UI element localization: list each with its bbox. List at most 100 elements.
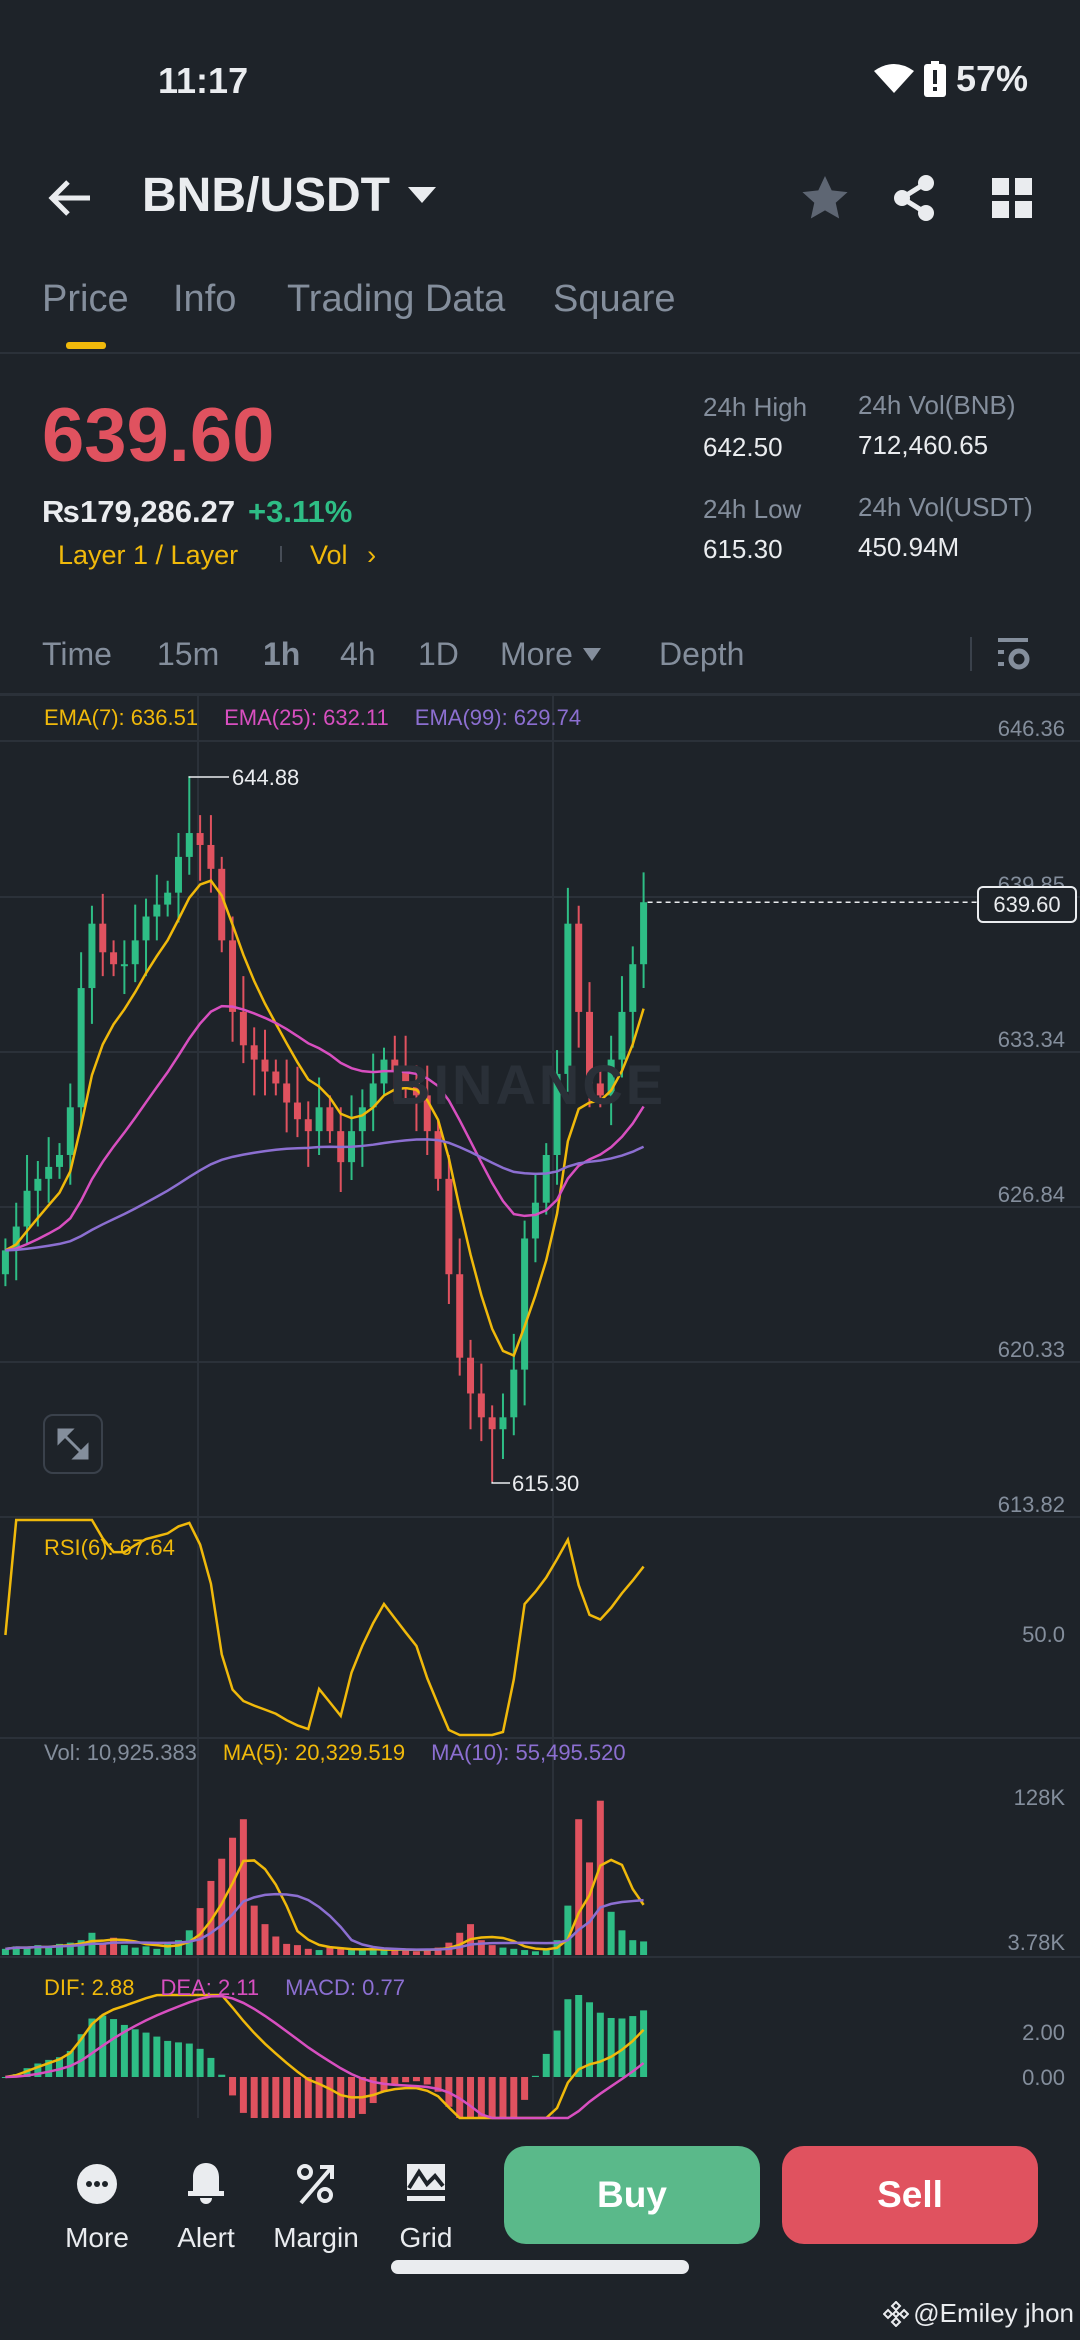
candle-body — [283, 1083, 291, 1103]
candle-body — [261, 1059, 269, 1072]
candle-body — [304, 1119, 312, 1132]
candle-body — [174, 856, 182, 893]
grid-button[interactable]: Grid — [371, 2160, 481, 2254]
volume-bar — [531, 1951, 539, 1955]
macd-histogram-bar — [337, 2077, 345, 2118]
more-label: More — [65, 2222, 129, 2253]
price-axis-label: 613.82 — [997, 1492, 1065, 1517]
credit-watermark: @Emiley jhon — [883, 2298, 1074, 2329]
candle-body — [488, 1417, 496, 1430]
macd-histogram-bar — [402, 2077, 410, 2083]
candle-body — [326, 1107, 334, 1132]
margin-percent-icon — [297, 2164, 334, 2205]
candle-body — [207, 844, 215, 869]
candle-body — [45, 1166, 53, 1179]
volume-bar — [315, 1950, 323, 1955]
candle-body — [239, 1011, 247, 1046]
volume-bar — [586, 1862, 594, 1955]
macd-histogram-bar — [261, 2077, 269, 2118]
macd-histogram-bar — [207, 2057, 215, 2077]
candle-body — [315, 1107, 323, 1132]
macd-histogram-bar — [499, 2077, 507, 2118]
macd-histogram-bar — [467, 2077, 475, 2118]
candle-body — [185, 833, 193, 857]
macd-histogram-bar — [607, 2017, 615, 2077]
more-button[interactable]: More — [42, 2160, 152, 2254]
volume-bar — [412, 1951, 420, 1955]
current-price-tag: 639.60 — [977, 886, 1077, 923]
volume-bar — [348, 1950, 356, 1955]
volume-bar — [488, 1945, 496, 1955]
volume-legend: Vol: 10,925.383 MA(5): 20,329.519 MA(10)… — [44, 1740, 626, 1766]
macd-histogram-bar — [510, 2077, 518, 2118]
ema25-label: EMA(25): 632.11 — [224, 705, 389, 730]
ema99-label: EMA(99): 629.74 — [414, 705, 582, 730]
dif-label: DIF: 2.88 — [44, 1975, 135, 2000]
rsi-label: RSI(6): 67.64 — [44, 1535, 175, 1560]
fullscreen-button[interactable] — [43, 1414, 103, 1474]
binance-watermark: BINANCE — [390, 1053, 667, 1116]
candle-body — [477, 1393, 485, 1418]
candle-body — [456, 1274, 464, 1358]
candle-body — [629, 964, 637, 1012]
home-indicator[interactable] — [391, 2260, 689, 2274]
candle-body — [358, 1107, 366, 1132]
macd-histogram-bar — [412, 2077, 420, 2082]
macd-histogram-bar — [239, 2077, 247, 2113]
candle-body — [77, 988, 85, 1108]
credit-text: @Emiley jhon — [913, 2298, 1074, 2328]
candle-body — [467, 1357, 475, 1394]
volume-bar — [596, 1800, 604, 1955]
buy-button[interactable]: Buy — [504, 2146, 760, 2244]
volume-bar — [358, 1950, 366, 1955]
macd-histogram-bar — [272, 2077, 280, 2118]
candle-body — [153, 904, 161, 917]
volume-bar — [510, 1948, 518, 1955]
macd-histogram-bar — [250, 2077, 258, 2118]
alert-button[interactable]: Alert — [151, 2160, 261, 2254]
price-axis-label: 626.84 — [997, 1182, 1065, 1207]
candle-body — [521, 1238, 529, 1370]
grid-label: Grid — [399, 2222, 453, 2253]
volume-bar — [607, 1911, 615, 1955]
volume-bar — [618, 1930, 626, 1955]
expand-icon — [57, 1428, 89, 1460]
macd-histogram-bar — [174, 2042, 182, 2077]
margin-label: Margin — [273, 2222, 359, 2253]
margin-button[interactable]: Margin — [261, 2160, 371, 2254]
grid-trading-icon — [407, 2164, 445, 2201]
more-dots-icon — [77, 2164, 117, 2204]
low-marker-line — [491, 1481, 510, 1484]
candle-body — [196, 833, 204, 845]
macd-histogram-bar — [110, 2019, 118, 2077]
macd-histogram-bar — [304, 2077, 312, 2118]
dea-label: DEA: 2.11 — [160, 1975, 260, 2000]
volume-bar — [304, 1948, 312, 1955]
macd-histogram-bar — [142, 2032, 150, 2077]
volume-bar — [499, 1947, 507, 1955]
price-axis-label: 633.34 — [997, 1027, 1065, 1052]
low-marker-label: 615.30 — [512, 1471, 580, 1496]
high-marker-line — [188, 776, 229, 778]
macd-axis-label: 2.00 — [1022, 2020, 1065, 2045]
vol-label: Vol: 10,925.383 — [44, 1740, 197, 1765]
macd-histogram-bar — [229, 2077, 237, 2096]
macd-histogram-bar — [283, 2077, 291, 2118]
sell-button[interactable]: Sell — [782, 2146, 1038, 2244]
macd-histogram-bar — [185, 2043, 193, 2077]
macd-histogram-bar — [531, 2075, 539, 2077]
macd-histogram-bar — [293, 2077, 301, 2118]
candle-body — [250, 1045, 258, 1060]
candle-body — [1, 1250, 9, 1275]
candle-body — [229, 940, 237, 1012]
bell-icon — [188, 2163, 224, 2204]
macd-histogram-bar — [488, 2077, 496, 2118]
vol-axis-label: 128K — [1013, 1785, 1065, 1810]
macd-histogram-bar — [218, 2074, 226, 2077]
candle-body — [142, 916, 150, 941]
candle-body — [164, 892, 172, 905]
macd-histogram-bar — [564, 1999, 572, 2077]
macd-histogram-bar — [153, 2036, 161, 2077]
candle-body — [293, 1102, 301, 1120]
candle-body — [110, 952, 118, 965]
